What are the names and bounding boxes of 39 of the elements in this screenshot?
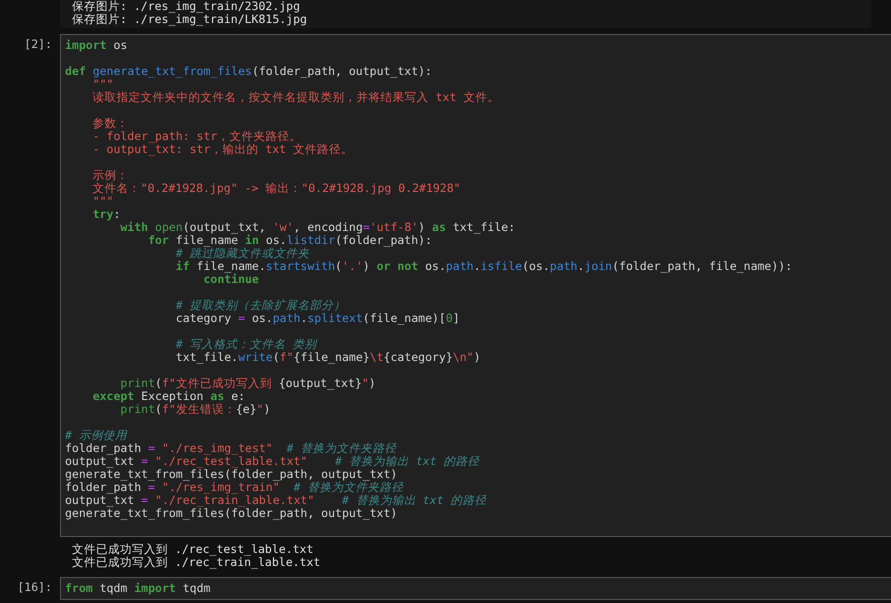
output-line: 保存图片: ./res_img_train/2302.jpg — [72, 0, 300, 13]
code-line: import os — [65, 39, 128, 52]
code-line: print(f"发生错误：{e}") — [120, 403, 270, 416]
cell-prompt: [2]: — [23, 36, 53, 51]
code-line: # 示例使用 — [65, 429, 127, 442]
code-line: - output_txt: str，输出的 txt 文件路径。 — [92, 143, 354, 156]
code-line: def generate_txt_from_files(folder_path, output_txt): — [65, 65, 432, 78]
code-line: output_txt = "./rec_test_lable.txt" # 替换为输出 txt 的路径 — [65, 455, 480, 468]
code-line: output_txt = "./rec_train_lable.txt" # 替换为输出 txt 的路径 — [65, 494, 486, 507]
code-line: except Exception as e: — [92, 390, 246, 403]
code-line: from tqdm import tqdm — [65, 582, 210, 595]
code-line: 文件名："0.2#1928.jpg" -> 输出："0.2#1928.jpg 0.2#1928" — [92, 182, 461, 195]
code-line: # 写入格式：文件名 类别 — [174, 338, 317, 351]
code-line: with open(output_txt, 'w', encoding='utf-8') as txt_file: — [119, 221, 516, 234]
code-line: generate_txt_from_files(folder_path, output_txt) — [65, 507, 398, 520]
code-line: category = os.path.splitext(file_name)[0] — [174, 312, 460, 325]
code-line: try: — [92, 208, 120, 221]
code-line: print(f"文件已成功写入到 {output_txt}") — [119, 377, 376, 390]
code-cell[interactable]: from tqdm import tqdm — [60, 577, 891, 600]
code-line: """ — [92, 195, 114, 208]
code-line: # 提取类别（去除扩展名部分） — [174, 299, 346, 312]
code-line: generate_txt_from_files(folder_path, output_txt) — [65, 468, 398, 481]
code-line: folder_path = "./res_img_train" # 替换为文件夹路径 — [65, 481, 404, 494]
code-line: for file_name in os.listdir(folder_path): — [147, 234, 432, 247]
output-line: 保存图片: ./res_img_train/LK815.jpg — [72, 13, 307, 26]
code-line: """ — [92, 78, 114, 91]
code-line: - folder_path: str，文件夹路径。 — [92, 130, 302, 143]
cell-prompt: [16]: — [16, 579, 53, 594]
code-line: 参数： — [92, 117, 129, 130]
code-line: txt_file.write(f"{file_name}\t{category}\n") — [174, 351, 481, 364]
code-line: 读取指定文件夹中的文件名，按文件名提取类别，并将结果写入 txt 文件。 — [92, 91, 500, 104]
output-line: 文件已成功写入到 ./rec_test_lable.txt — [72, 543, 314, 556]
code-line: continue — [203, 273, 259, 286]
output-line: 文件已成功写入到 ./rec_train_lable.txt — [72, 556, 320, 569]
code-line: folder_path = "./res_img_test" # 替换为文件夹路径 — [65, 442, 396, 455]
code-line: # 跳过隐藏文件或文件夹 — [174, 247, 310, 260]
code-line: 示例： — [92, 169, 129, 182]
code-line: if file_name.startswith('.') or not os.path.isfile(os.path.join(folder_path, file_name)): — [174, 260, 792, 273]
code-cell[interactable] — [60, 34, 891, 537]
